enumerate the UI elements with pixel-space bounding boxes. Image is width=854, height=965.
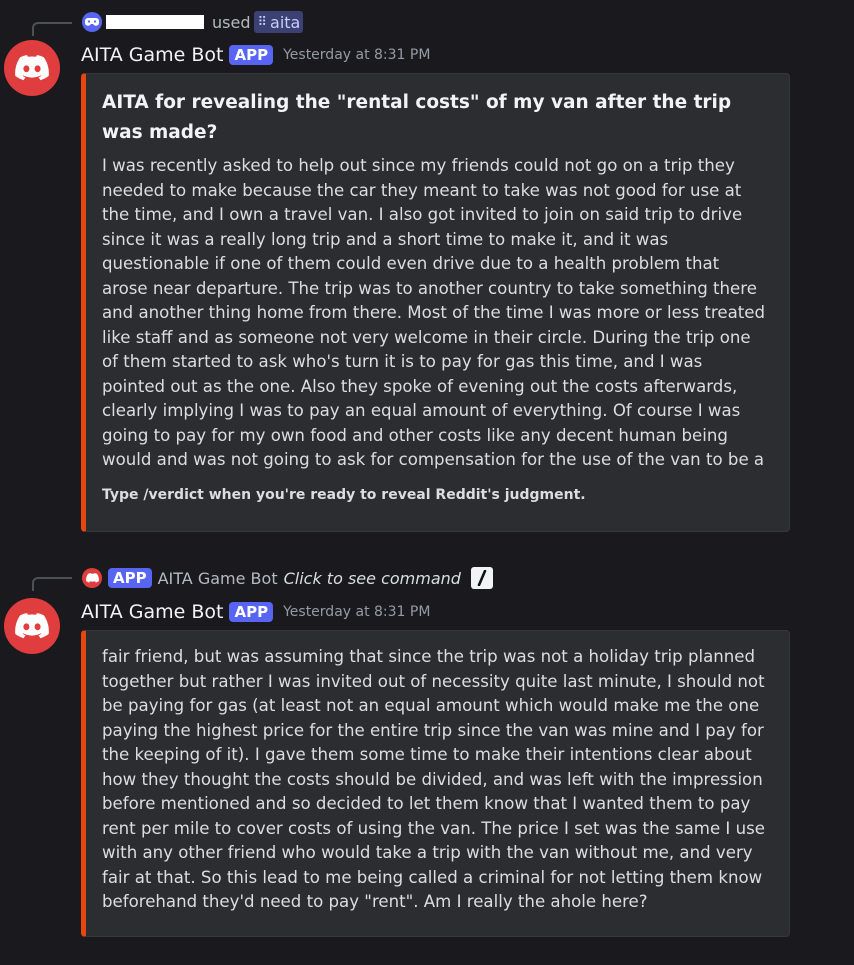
embed-footer: Type /verdict when you're ready to revea…	[102, 486, 586, 503]
avatar[interactable]	[4, 40, 60, 96]
reply-connector	[32, 577, 72, 591]
embed-title: AITA for revealing the "rental costs" of…	[102, 92, 732, 143]
reply-author[interactable]: AITA Game Bot	[158, 569, 278, 588]
discord-logo-icon	[82, 568, 102, 588]
app-grid-icon: ⠿	[257, 14, 268, 30]
redacted-username	[106, 15, 204, 29]
timestamp[interactable]: Yesterday at 8:31 PM	[283, 47, 430, 63]
embed: AITA for revealing the "rental costs" of…	[81, 73, 790, 532]
message-header: AITA Game Bot APP Yesterday at 8:31 PM	[81, 42, 430, 68]
discord-logo-icon	[15, 613, 49, 639]
controller-icon	[82, 12, 102, 32]
avatar[interactable]	[4, 598, 60, 654]
app-badge: APP	[108, 568, 152, 588]
message-header: AITA Game Bot APP Yesterday at 8:31 PM	[81, 599, 430, 625]
timestamp[interactable]: Yesterday at 8:31 PM	[283, 604, 430, 620]
embed: fair friend, but was assuming that since…	[81, 630, 790, 937]
reply-context[interactable]: APP AITA Game Bot Click to see command	[82, 567, 493, 589]
reply-used-text: used	[212, 12, 251, 32]
reply-context[interactable]: used ⠿ aita	[82, 11, 304, 33]
author-name[interactable]: AITA Game Bot	[81, 601, 223, 623]
click-to-see-command[interactable]: Click to see command	[284, 569, 461, 588]
app-badge: APP	[229, 45, 274, 65]
slash-command-icon[interactable]	[470, 567, 493, 589]
embed-description: fair friend, but was assuming that since…	[102, 647, 765, 911]
embed-description: I was recently asked to help out since m…	[102, 156, 766, 469]
command-name: aita	[270, 12, 301, 32]
command-mention[interactable]: ⠿ aita	[254, 11, 304, 33]
author-name[interactable]: AITA Game Bot	[81, 44, 223, 66]
app-badge: APP	[229, 602, 274, 622]
discord-logo-icon	[15, 55, 49, 81]
reply-connector	[32, 22, 72, 36]
